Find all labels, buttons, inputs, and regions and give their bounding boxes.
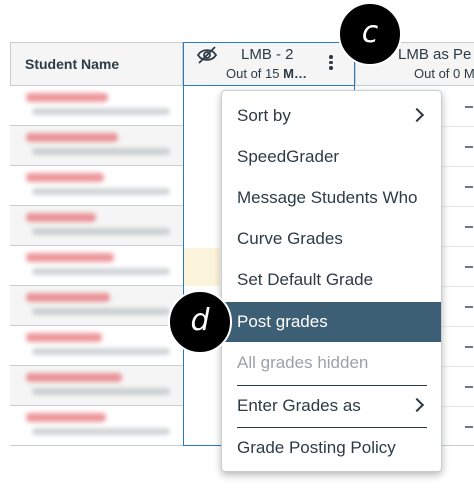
kebab-vertical-icon[interactable] (325, 53, 337, 77)
student-name-redacted (26, 133, 118, 142)
student-row[interactable] (10, 126, 184, 166)
student-row[interactable] (10, 406, 184, 446)
callout-badge-c: c (338, 2, 402, 66)
student-section-redacted (32, 348, 170, 355)
student-section-redacted (32, 428, 170, 435)
student-section-redacted (32, 228, 170, 235)
chevron-right-icon (409, 107, 425, 123)
empty-grade-dash (465, 146, 473, 148)
empty-grade-dash (465, 186, 473, 188)
empty-grade-dash (465, 306, 473, 308)
student-name-header[interactable]: Student Name (10, 42, 183, 86)
next-assignment-subtitle: Out of 0 M (414, 66, 474, 81)
menu-item-enter-grades-as[interactable]: Enter Grades as (222, 386, 441, 426)
menu-item-set-default-grade[interactable]: Set Default Grade (222, 260, 441, 300)
eye-slash-icon (196, 46, 218, 64)
student-row[interactable] (10, 366, 184, 406)
grade-cell-highlight[interactable] (184, 248, 220, 286)
student-name-redacted (26, 213, 96, 222)
student-name-redacted (26, 373, 122, 382)
student-row[interactable] (10, 246, 184, 286)
empty-grade-dash (465, 386, 473, 388)
student-section-redacted (32, 388, 170, 395)
assignment-title: LMB - 2 (241, 46, 294, 63)
menu-item-sort-by[interactable]: Sort by (222, 96, 441, 136)
menu-item-speedgrader[interactable]: SpeedGrader (222, 137, 441, 177)
callout-badge-d: d (168, 290, 232, 354)
assignment-column-header[interactable]: LMB - 2 Out of 15 M… (183, 42, 355, 86)
student-row[interactable] (10, 86, 184, 126)
column-options-menu: Sort by SpeedGrader Message Students Who… (221, 90, 442, 472)
menu-item-message-students-who[interactable]: Message Students Who (222, 178, 441, 218)
student-name-redacted (26, 413, 106, 422)
next-assignment-title: LMB as Pe (398, 46, 472, 63)
student-name-redacted (26, 253, 114, 262)
empty-grade-dash (465, 426, 473, 428)
empty-grade-dash (465, 266, 473, 268)
student-row[interactable] (10, 326, 184, 366)
assignment-subtitle: Out of 15 M… (226, 66, 307, 81)
student-section-redacted (32, 148, 170, 155)
menu-item-all-grades-hidden: All grades hidden (237, 353, 369, 372)
student-name-redacted (26, 333, 102, 342)
student-section-redacted (32, 188, 170, 195)
student-row[interactable] (10, 286, 184, 326)
menu-item-curve-grades[interactable]: Curve Grades (222, 219, 441, 259)
student-section-redacted (32, 308, 170, 315)
student-name-redacted (26, 293, 110, 302)
student-section-redacted (32, 108, 170, 115)
empty-grade-dash (465, 106, 473, 108)
menu-item-post-grades[interactable]: Post grades (222, 302, 441, 342)
student-section-redacted (32, 268, 170, 275)
student-name-redacted (26, 173, 104, 182)
menu-item-grade-posting-policy[interactable]: Grade Posting Policy (222, 428, 441, 468)
empty-grade-dash (465, 226, 473, 228)
student-row[interactable] (10, 206, 184, 246)
student-name-header-label: Student Name (25, 56, 120, 72)
student-name-redacted (26, 93, 108, 102)
chevron-right-icon (409, 397, 425, 413)
empty-grade-dash (465, 346, 473, 348)
student-row[interactable] (10, 166, 184, 206)
